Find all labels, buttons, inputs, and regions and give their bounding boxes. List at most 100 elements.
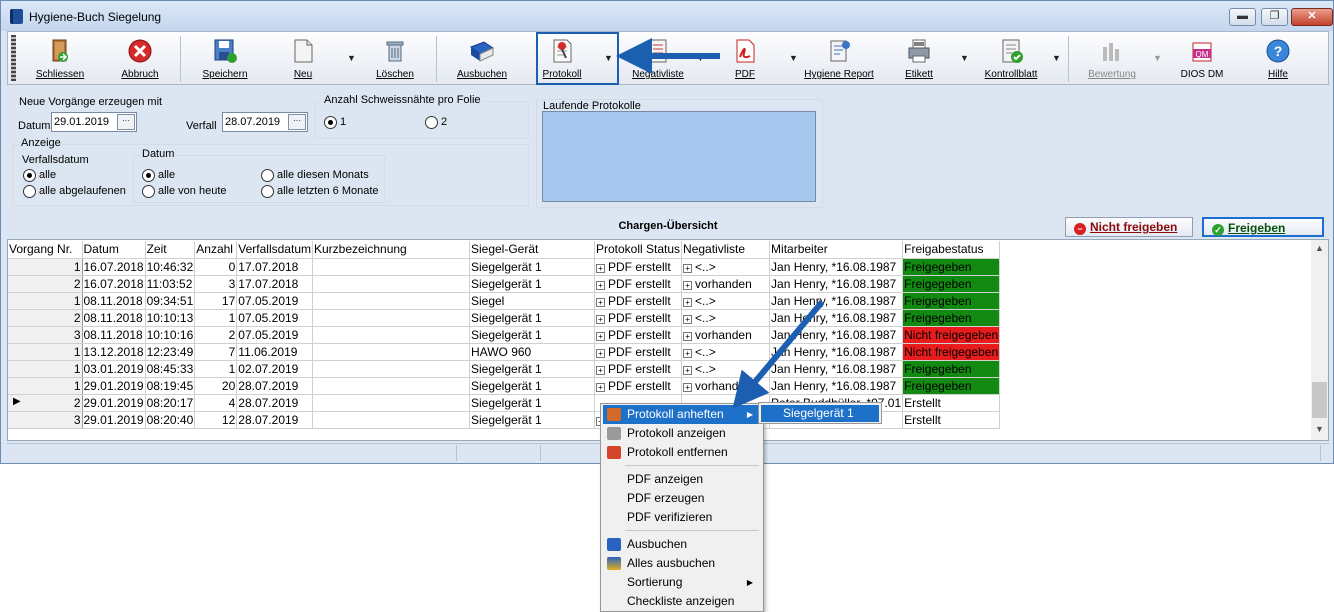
menu-item-checkliste-anzeigen[interactable]: Checkliste anzeigen — [603, 592, 761, 611]
expand-icon[interactable]: + — [595, 314, 605, 324]
laufende-protokolle-list[interactable] — [542, 111, 816, 202]
maximize-button[interactable]: ❐ — [1261, 8, 1288, 26]
menu-item-pdf-erzeugen[interactable]: PDF erzeugen — [603, 489, 761, 508]
expand-icon[interactable]: + — [683, 348, 693, 358]
toolbar-button-pdf[interactable]: PDF — [722, 34, 768, 84]
table-cell: 1 — [194, 309, 238, 327]
close-window-button[interactable]: ✕ — [1291, 8, 1333, 26]
datum-radio-monat[interactable] — [261, 169, 274, 182]
etikett-dropdown-arrow[interactable]: ▼ — [960, 53, 969, 63]
vertical-scrollbar[interactable]: ▲ ▼ — [1311, 240, 1328, 440]
column-header[interactable]: Protokoll Status — [594, 241, 683, 259]
toolbar-grip[interactable] — [11, 35, 16, 81]
expand-icon[interactable]: + — [595, 365, 605, 375]
expand-icon[interactable]: + — [595, 280, 605, 290]
toolbar-button-negativliste[interactable]: Negativliste — [625, 34, 691, 84]
toolbar-label: Hilfe — [1267, 69, 1288, 80]
column-header[interactable]: Mitarbeiter — [769, 241, 904, 259]
menu-item-protokoll-anheften[interactable]: Protokoll anheften ▶ — [603, 405, 761, 424]
toolbar-button-etikett[interactable]: Etikett — [896, 34, 942, 84]
negativliste-dropdown-arrow[interactable]: ▼ — [696, 53, 705, 63]
table-cell: + <..> — [681, 292, 771, 310]
table-row[interactable]: 1 03.01.2019 08:45:33 1 02.07.2019 Siegelgerä… — [8, 360, 1001, 378]
verfallsdatum-radio-alle[interactable] — [23, 169, 36, 182]
menu-item-sortierung[interactable]: Sortierung ▶ — [603, 573, 761, 592]
table-row[interactable]: 1 29.01.2019 08:19:45 20 28.07.2019 Siegelger… — [8, 377, 1001, 395]
scroll-thumb[interactable] — [1312, 382, 1327, 418]
column-header[interactable]: Kurzbezeichnung — [312, 241, 470, 259]
expand-icon[interactable]: + — [683, 314, 693, 324]
table-row[interactable]: 2 08.11.2018 10:10:13 1 07.05.2019 Siegelgerä… — [8, 309, 1001, 327]
toolbar-button-hygiene-report[interactable]: Hygiene Report — [804, 34, 874, 84]
expand-icon[interactable]: + — [683, 382, 693, 392]
verfallsdatum-radio-abgelaufen[interactable] — [23, 185, 36, 198]
column-header[interactable]: Freigabestatus — [902, 241, 1001, 259]
expand-icon[interactable]: + — [683, 365, 693, 375]
expand-icon[interactable]: + — [595, 348, 605, 358]
expand-icon[interactable]: + — [683, 263, 693, 273]
table-row[interactable]: 2 16.07.2018 11:03:52 3 17.07.2018 Siegelgerä… — [8, 275, 1001, 293]
bewertung-dropdown-arrow[interactable]: ▼ — [1153, 53, 1162, 63]
submenu-item-siegelgeraet-1[interactable]: Siegelgerät 1 — [761, 405, 879, 422]
toolbar-button-ausbuchen[interactable]: Ausbuchen — [452, 34, 512, 84]
datum-input[interactable]: 29.01.2019 ··· — [51, 112, 137, 132]
expand-icon[interactable]: + — [683, 297, 693, 307]
toolbar-button-kontrollblatt[interactable]: Kontrollblatt — [980, 34, 1042, 84]
scroll-up-icon[interactable]: ▲ — [1311, 243, 1328, 253]
datum-picker-button[interactable]: ··· — [117, 114, 135, 130]
kontrollblatt-dropdown-arrow[interactable]: ▼ — [1052, 53, 1061, 63]
cell-text: PDF erstellt — [607, 259, 671, 274]
toolbar-button-bewertung[interactable]: Bewertung — [1084, 34, 1140, 84]
table-cell: 3 — [194, 275, 238, 293]
toolbar-button-schliessen[interactable]: Schliessen — [30, 34, 90, 84]
expand-icon[interactable]: + — [595, 297, 605, 307]
table-cell: Jan Henry, *16.08.1987 — [769, 309, 904, 327]
freigeben-button[interactable]: ✓ Freigeben — [1202, 217, 1324, 237]
menu-item-ausbuchen[interactable]: Ausbuchen — [603, 535, 761, 554]
column-header[interactable]: Zeit — [145, 241, 196, 259]
seams-radio-1[interactable] — [324, 116, 337, 129]
toolbar-button-hilfe[interactable]: ? Hilfe — [1256, 34, 1300, 84]
table-row[interactable]: 1 13.12.2018 12:23:49 7 11.06.2019 HAWO 960 + P… — [8, 343, 1001, 361]
verfall-input[interactable]: 28.07.2019 ··· — [222, 112, 308, 132]
menu-item-pdf-verifizieren[interactable]: PDF verifizieren — [603, 508, 761, 527]
toolbar-button-loeschen[interactable]: Löschen — [370, 34, 420, 84]
datum-radio-alle[interactable] — [142, 169, 155, 182]
nicht-freigeben-button[interactable]: − Nicht freigeben — [1065, 217, 1193, 237]
book-out-icon — [607, 538, 621, 551]
seams-radio-2[interactable] — [425, 116, 438, 129]
column-header[interactable]: Anzahl — [194, 241, 238, 259]
toolbar-button-dios-dm[interactable]: QM DIOS DM — [1174, 34, 1230, 84]
toolbar-button-neu[interactable]: Neu — [278, 34, 328, 84]
neu-dropdown-arrow[interactable]: ▼ — [347, 53, 356, 63]
minimize-button[interactable]: ▬ — [1229, 8, 1256, 26]
table-row[interactable]: 1 08.11.2018 09:34:51 17 07.05.2019 Siegel + PD… — [8, 292, 1001, 310]
toolbar-button-speichern[interactable]: Speichern — [196, 34, 254, 84]
expand-icon[interactable]: + — [683, 331, 693, 341]
toolbar-label: Speichern — [202, 69, 248, 80]
table-row[interactable]: 1 16.07.2018 10:46:32 0 17.07.2018 Siegelgerä… — [8, 258, 1001, 276]
menu-label: Protokoll entfernen — [627, 445, 728, 459]
column-header[interactable]: Verfallsdatum — [236, 241, 313, 259]
pdf-dropdown-arrow[interactable]: ▼ — [789, 53, 798, 63]
table-cell: Siegelgerät 1 — [469, 377, 595, 395]
scroll-down-icon[interactable]: ▼ — [1311, 424, 1328, 434]
menu-item-protokoll-entfernen[interactable]: Protokoll entfernen — [603, 443, 761, 462]
expand-icon[interactable]: + — [683, 280, 693, 290]
expand-icon[interactable]: + — [595, 263, 605, 273]
column-header[interactable]: Siegel-Gerät — [469, 241, 595, 259]
menu-item-alles-ausbuchen[interactable]: Alles ausbuchen — [603, 554, 761, 573]
table-row[interactable]: 3 08.11.2018 10:10:16 2 07.05.2019 Siegelgerä… — [8, 326, 1001, 344]
checklist-icon — [1002, 39, 1023, 63]
datum-radio-6monate[interactable] — [261, 185, 274, 198]
datum-radio-heute[interactable] — [142, 185, 155, 198]
menu-item-protokoll-anzeigen[interactable]: Protokoll anzeigen — [603, 424, 761, 443]
verfall-picker-button[interactable]: ··· — [288, 114, 306, 130]
expand-icon[interactable]: + — [595, 382, 605, 392]
expand-icon[interactable]: + — [595, 331, 605, 341]
menu-item-pdf-anzeigen[interactable]: PDF anzeigen — [603, 470, 761, 489]
column-header[interactable]: Vorgang Nr. — [8, 241, 83, 259]
column-header[interactable]: Negativliste — [681, 241, 771, 259]
column-header[interactable]: Datum — [82, 241, 146, 259]
toolbar-button-abbruch[interactable]: Abbruch — [112, 34, 168, 84]
